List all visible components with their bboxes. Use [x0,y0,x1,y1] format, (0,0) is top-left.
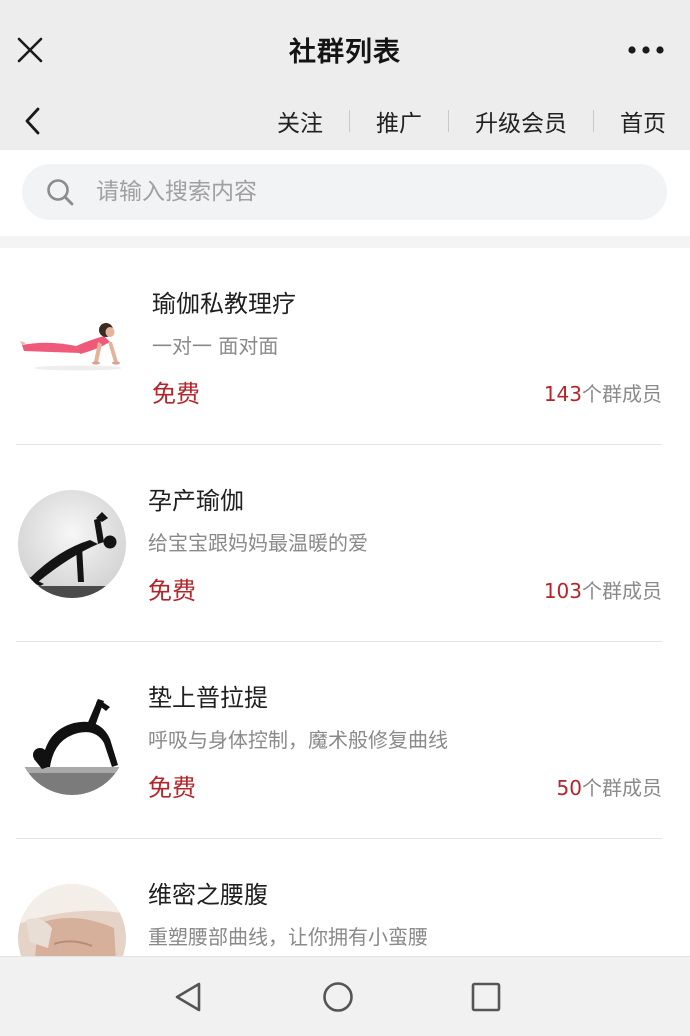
nav-bar: 关注 推广 升级会员 首页 [0,92,690,150]
group-description: 重塑腰部曲线，让你拥有小蛮腰 [148,925,428,949]
group-name: 孕产瑜伽 [148,487,244,515]
member-count: 50个群成员 [557,772,662,801]
group-item[interactable]: 瑜伽私教理疗 一对一 面对面 免费 143个群成员 [0,248,690,445]
pilates-silhouette-photo [18,687,126,795]
more-dots-icon[interactable] [626,38,666,62]
search-input[interactable] [96,164,636,220]
group-description: 呼吸与身体控制，魔术般修复曲线 [148,728,448,752]
member-count-number: 143 [543,382,582,406]
nav-links: 关注 推广 升级会员 首页 [251,92,690,150]
system-nav-bar [0,956,690,1036]
nav-link-upgrade-membership[interactable]: 升级会员 [449,104,593,138]
member-count: 143个群成员 [544,378,662,407]
member-count-number: 50 [556,776,582,800]
group-price: 免费 [148,577,196,605]
group-item[interactable]: 垫上普拉提 呼吸与身体控制，魔术般修复曲线 免费 50个群成员 [0,642,690,839]
yoga-silhouette-photo [18,490,126,598]
member-count-number: 103 [543,579,582,603]
circle-home-icon[interactable] [320,979,356,1015]
page-title: 社群列表 [289,37,401,68]
group-item[interactable]: 孕产瑜伽 给宝宝跟妈妈最温暖的爱 免费 103个群成员 [0,445,690,642]
search-icon [47,179,74,206]
member-count-suffix: 个群成员 [582,579,662,603]
group-name: 维密之腰腹 [148,881,268,909]
group-price: 免费 [148,774,196,802]
yoga-pose-photo [18,310,128,390]
section-gap [0,236,690,248]
group-description: 一对一 面对面 [152,334,279,358]
member-count-suffix: 个群成员 [582,776,662,800]
group-name: 垫上普拉提 [148,684,268,712]
group-description: 给宝宝跟妈妈最温暖的爱 [148,531,368,555]
title-bar: 社群列表 [0,0,690,100]
group-name: 瑜伽私教理疗 [152,290,296,318]
nav-link-follow[interactable]: 关注 [251,104,349,138]
nav-link-home[interactable]: 首页 [594,104,690,138]
group-list: 瑜伽私教理疗 一对一 面对面 免费 143个群成员 孕产瑜伽 给宝宝跟妈妈最温暖… [0,248,690,1036]
nav-link-promote[interactable]: 推广 [350,104,448,138]
member-count-suffix: 个群成员 [582,382,662,406]
member-count: 103个群成员 [544,575,662,604]
search-area [0,150,690,236]
search-box[interactable] [22,164,667,220]
chevron-left-icon[interactable] [18,104,48,138]
triangle-back-icon[interactable] [170,979,206,1015]
group-price: 免费 [152,380,200,408]
page: 社群列表 关注 推广 升级会员 首页 请输入搜索内容 瑜伽私教理疗 一对一 面对… [0,0,690,1036]
square-recents-icon[interactable] [468,979,504,1015]
